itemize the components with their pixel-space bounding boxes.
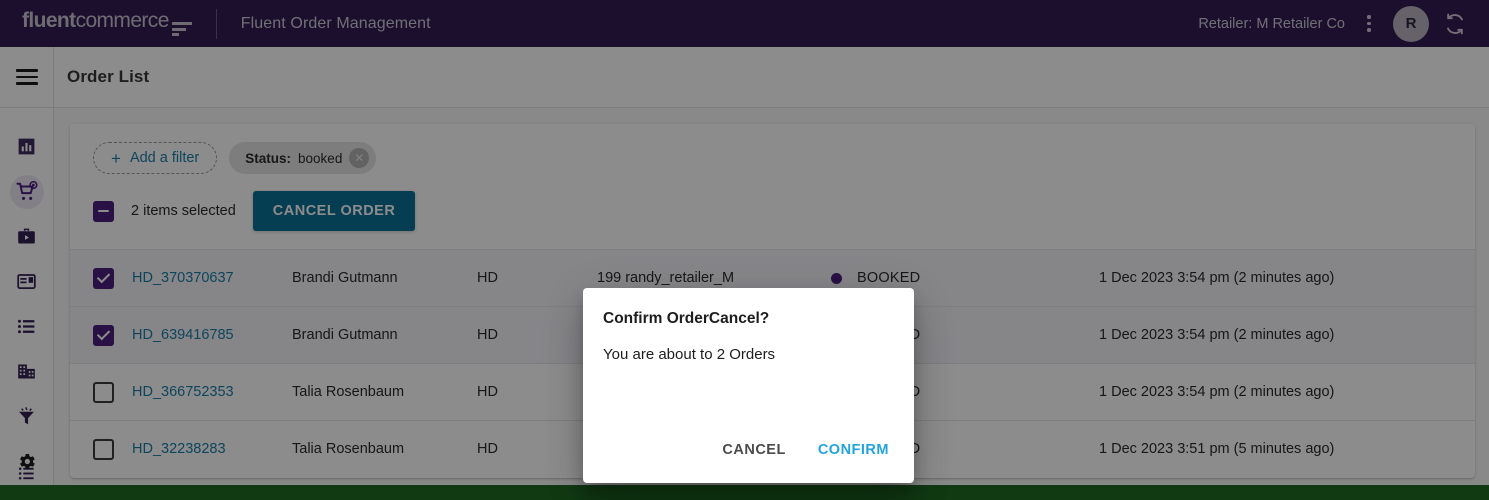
- dialog-actions: CANCEL CONFIRM: [583, 433, 914, 483]
- dialog-title: Confirm OrderCancel?: [583, 288, 914, 328]
- confirm-dialog: Confirm OrderCancel? You are about to 2 …: [583, 288, 914, 483]
- app-root: fluent commerce Fluent Order Management …: [0, 0, 1489, 500]
- dialog-message: You are about to 2 Orders: [583, 328, 914, 433]
- dialog-cancel-button[interactable]: CANCEL: [711, 433, 796, 467]
- dialog-confirm-button[interactable]: CONFIRM: [807, 433, 900, 467]
